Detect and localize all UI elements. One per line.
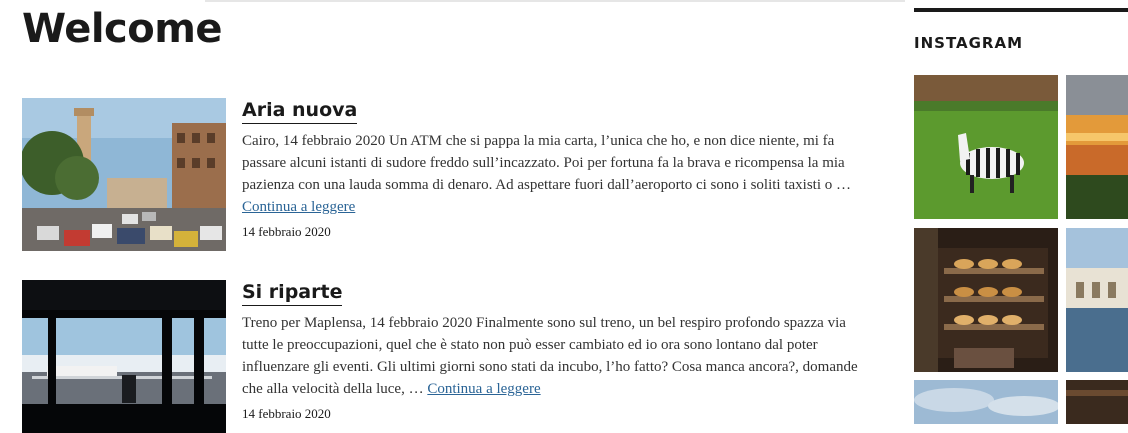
post-date[interactable]: 14 febbraio 2020	[242, 224, 862, 240]
post-excerpt-text: Treno per Maplensa, 14 febbraio 2020 Fin…	[242, 315, 858, 397]
post-excerpt: Cairo, 14 febbraio 2020 Un ATM che si pa…	[242, 130, 862, 218]
post-thumbnail-train-window[interactable]	[22, 280, 226, 433]
widget-divider	[914, 8, 1128, 12]
post-thumbnail-cairo-street[interactable]	[22, 98, 226, 251]
continue-reading-link[interactable]: Continua a leggere	[427, 381, 540, 397]
post-title-link[interactable]: Aria nuova	[242, 98, 358, 124]
post-content: Aria nuova Cairo, 14 febbraio 2020 Un AT…	[242, 98, 862, 240]
post-excerpt-text: Cairo, 14 febbraio 2020 Un ATM che si pa…	[242, 133, 851, 193]
post-excerpt: Treno per Maplensa, 14 febbraio 2020 Fin…	[242, 312, 862, 400]
instagram-photo-bread-stall[interactable]	[914, 228, 1058, 372]
continue-reading-link[interactable]: Continua a leggere	[242, 199, 355, 215]
instagram-photo-zebra[interactable]	[914, 75, 1058, 219]
post-content: Si riparte Treno per Maplensa, 14 febbra…	[242, 280, 862, 422]
instagram-widget-title: INSTAGRAM	[914, 34, 1024, 52]
top-divider	[205, 0, 905, 2]
instagram-photo-interior[interactable]	[1066, 380, 1128, 424]
instagram-photo-sky[interactable]	[914, 380, 1058, 424]
instagram-photo-sunset[interactable]	[1066, 75, 1128, 219]
page-title: Welcome	[22, 6, 223, 52]
sidebar: INSTAGRAM	[914, 0, 1128, 424]
post-title-link[interactable]: Si riparte	[242, 280, 343, 306]
post-date[interactable]: 14 febbraio 2020	[242, 406, 862, 422]
instagram-photo-mosque[interactable]	[1066, 228, 1128, 372]
